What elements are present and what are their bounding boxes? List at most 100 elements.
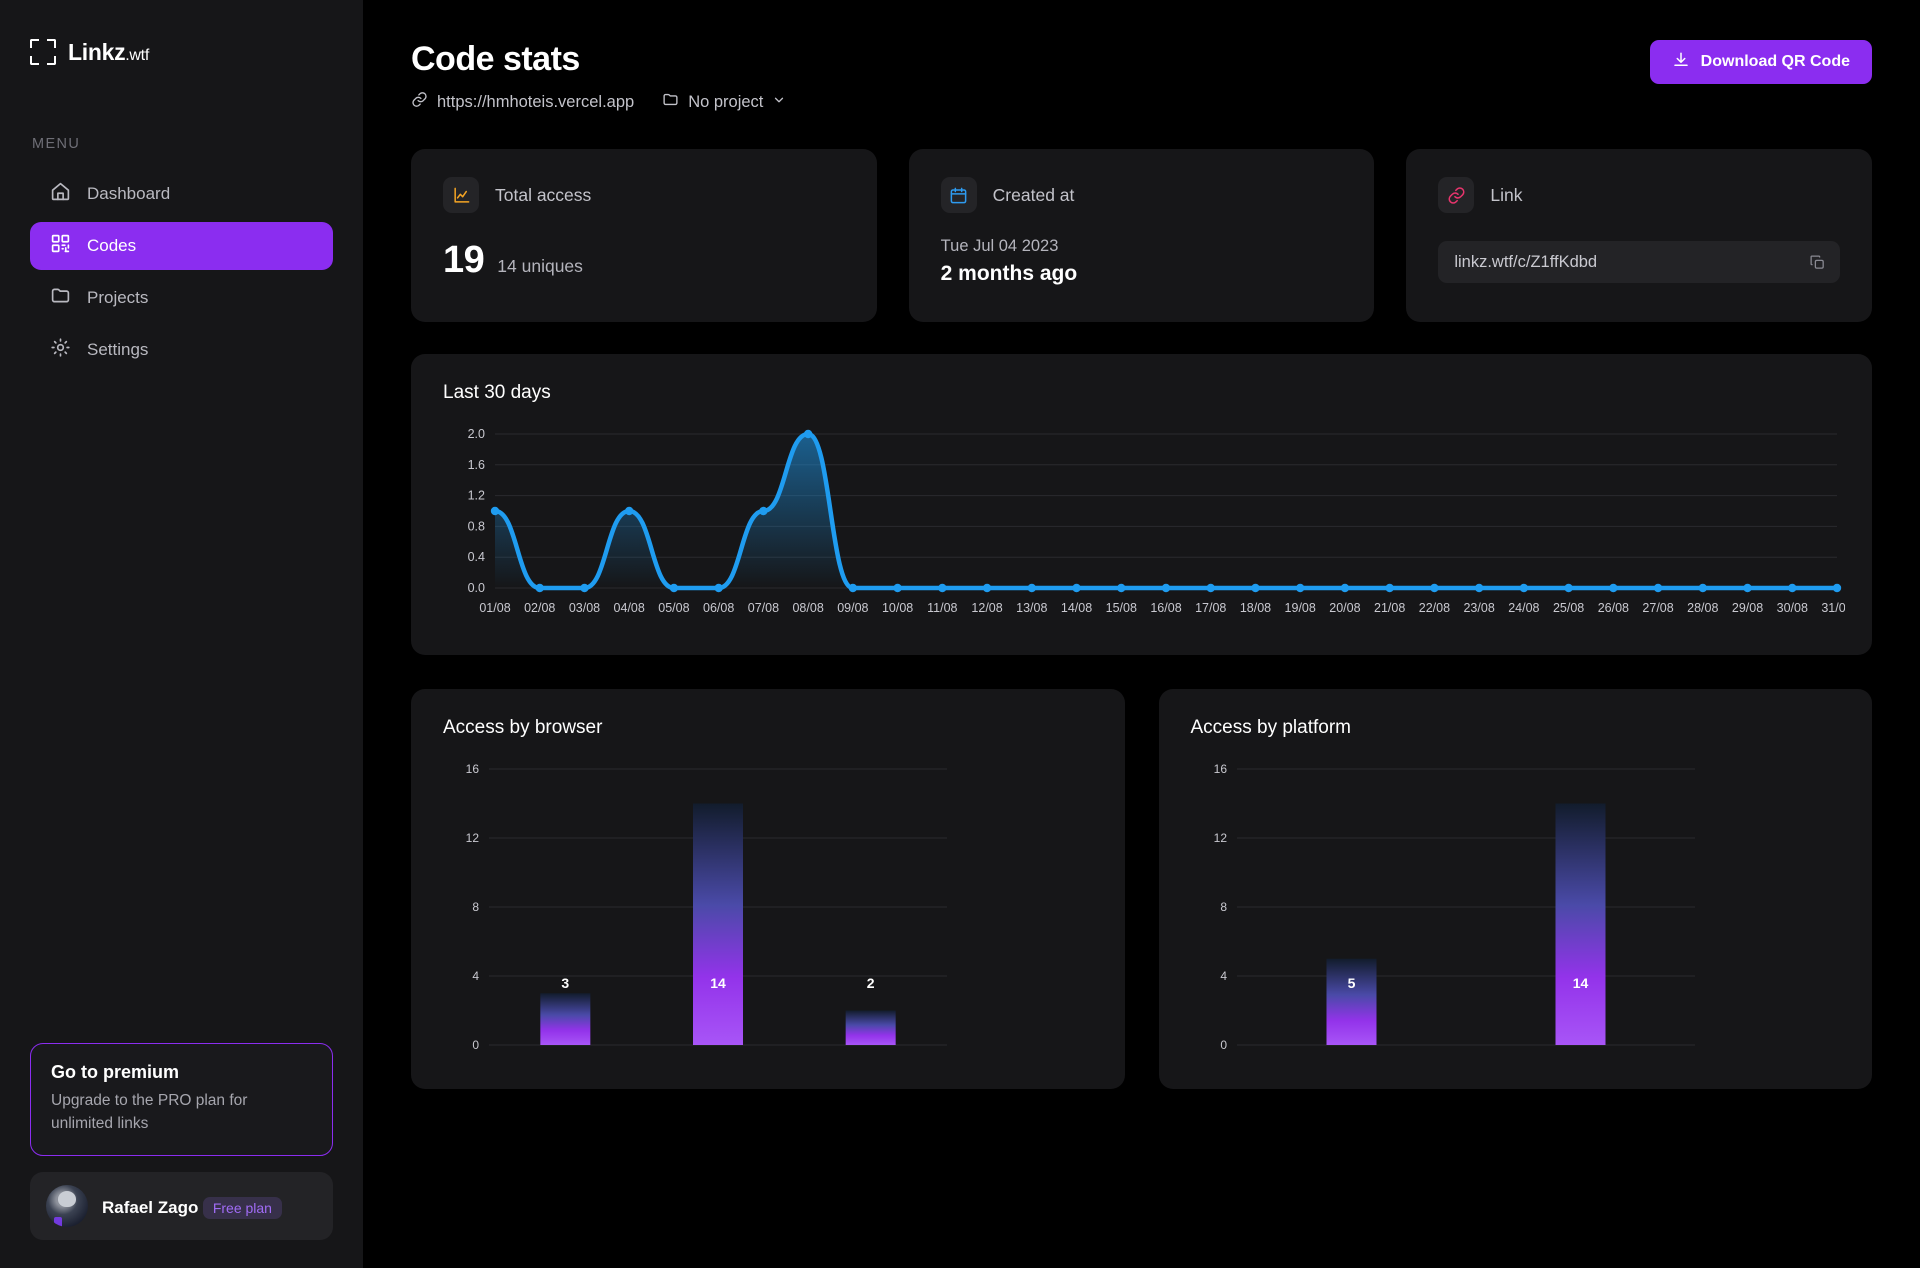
svg-text:30/08: 30/08: [1777, 601, 1808, 615]
created-at-label: Created at: [993, 185, 1075, 206]
bottom-charts-row: Access by browser 0 4 8 12 16 3 14 2 Access by …: [411, 689, 1872, 1089]
folder-icon: [662, 91, 679, 113]
app-root: Linkz.wtf MENU Dashboard: [0, 0, 1920, 1268]
svg-text:06/08: 06/08: [703, 601, 734, 615]
sidebar-item-label: Codes: [87, 236, 136, 256]
qr-code-icon: [50, 233, 71, 259]
svg-text:18/08: 18/08: [1240, 601, 1271, 615]
total-access-label: Total access: [495, 185, 591, 206]
code-url[interactable]: https://hmhoteis.vercel.app: [411, 91, 634, 113]
project-selector[interactable]: No project: [662, 91, 786, 113]
svg-text:16: 16: [466, 762, 480, 776]
svg-text:01/08: 01/08: [479, 601, 510, 615]
sidebar-item-dashboard[interactable]: Dashboard: [30, 170, 333, 218]
short-link-field[interactable]: [1438, 241, 1840, 283]
svg-text:4: 4: [1220, 969, 1227, 983]
svg-text:0: 0: [1220, 1038, 1227, 1049]
link-card: Link: [1406, 149, 1872, 322]
folder-icon: [50, 285, 71, 311]
svg-text:17/08: 17/08: [1195, 601, 1226, 615]
total-access-card: Total access 19 14 uniques: [411, 149, 877, 322]
chain-link-icon: [1438, 177, 1474, 213]
svg-text:28/08: 28/08: [1687, 601, 1718, 615]
sidebar-item-label: Settings: [87, 340, 148, 360]
svg-text:12: 12: [1213, 831, 1227, 845]
user-name: Rafael Zago: [102, 1198, 198, 1217]
svg-text:22/08: 22/08: [1419, 601, 1450, 615]
premium-subtitle: Upgrade to the PRO plan for unlimited li…: [51, 1090, 312, 1135]
copy-icon[interactable]: [1809, 254, 1826, 271]
svg-text:23/08: 23/08: [1463, 601, 1494, 615]
svg-text:16: 16: [1213, 762, 1227, 776]
code-url-text: https://hmhoteis.vercel.app: [437, 93, 634, 112]
go-to-premium-card[interactable]: Go to premium Upgrade to the PRO plan fo…: [30, 1043, 333, 1156]
sidebar-footer: Go to premium Upgrade to the PRO plan fo…: [0, 1043, 363, 1268]
svg-text:14: 14: [1572, 975, 1588, 991]
svg-text:08/08: 08/08: [792, 601, 823, 615]
download-button-label: Download QR Code: [1701, 53, 1850, 71]
svg-text:31/08: 31/08: [1821, 601, 1845, 615]
project-name: No project: [688, 93, 763, 112]
svg-text:26/08: 26/08: [1598, 601, 1629, 615]
user-card[interactable]: Rafael Zago Free plan: [30, 1172, 333, 1240]
breadcrumb: https://hmhoteis.vercel.app No project: [411, 91, 786, 113]
svg-text:0.0: 0.0: [468, 581, 485, 595]
sidebar-item-codes[interactable]: Codes: [30, 222, 333, 270]
svg-text:2: 2: [867, 975, 875, 991]
svg-text:14/08: 14/08: [1061, 601, 1092, 615]
svg-text:13/08: 13/08: [1016, 601, 1047, 615]
menu-section-label: MENU: [0, 136, 363, 152]
gear-icon: [50, 337, 71, 363]
access-by-platform-title: Access by platform: [1191, 717, 1841, 739]
calendar-icon: [941, 177, 977, 213]
download-qr-code-button[interactable]: Download QR Code: [1650, 40, 1872, 84]
line-chart: 0.00.40.81.21.62.001/0802/0803/0804/0805…: [443, 426, 1840, 631]
svg-text:27/08: 27/08: [1642, 601, 1673, 615]
access-by-browser-title: Access by browser: [443, 717, 1093, 739]
last-30-days-panel: Last 30 days 0.00.40.81.21.62.001/0802/0…: [411, 354, 1872, 655]
brand-logo[interactable]: Linkz.wtf: [0, 0, 363, 76]
svg-text:24/08: 24/08: [1508, 601, 1539, 615]
created-at-date: Tue Jul 04 2023: [941, 237, 1343, 256]
svg-text:16/08: 16/08: [1150, 601, 1181, 615]
sidebar-item-settings[interactable]: Settings: [30, 326, 333, 374]
svg-text:11/08: 11/08: [927, 601, 957, 615]
total-access-uniques: 14 uniques: [497, 256, 583, 277]
link-icon: [411, 91, 428, 113]
svg-text:25/08: 25/08: [1553, 601, 1584, 615]
sidebar-nav: Dashboard Codes Projec: [0, 170, 363, 374]
svg-text:21/08: 21/08: [1374, 601, 1405, 615]
svg-text:8: 8: [472, 900, 479, 914]
short-link-input[interactable]: [1454, 253, 1799, 272]
brand-name: Linkz: [68, 39, 125, 65]
download-icon: [1672, 51, 1690, 74]
platform-bar-chart-svg: 0481216514: [1191, 739, 1701, 1049]
svg-text:1.2: 1.2: [468, 489, 485, 503]
last-30-days-title: Last 30 days: [443, 382, 1840, 404]
svg-text:4: 4: [472, 969, 479, 983]
page-header: Code stats https://hmhoteis.vercel.app: [411, 40, 1872, 113]
svg-text:5: 5: [1347, 975, 1355, 991]
created-at-relative: 2 months ago: [941, 262, 1343, 286]
sidebar: Linkz.wtf MENU Dashboard: [0, 0, 363, 1268]
svg-text:04/08: 04/08: [614, 601, 645, 615]
svg-text:1.6: 1.6: [468, 458, 485, 472]
svg-text:20/08: 20/08: [1329, 601, 1360, 615]
svg-text:29/08: 29/08: [1732, 601, 1763, 615]
home-icon: [50, 181, 71, 207]
line-chart-svg: 0.00.40.81.21.62.001/0802/0803/0804/0805…: [443, 426, 1845, 626]
total-access-value: 19: [443, 239, 484, 282]
svg-text:3: 3: [561, 975, 569, 991]
svg-text:0.8: 0.8: [468, 519, 485, 533]
avatar: [46, 1185, 88, 1227]
svg-text:03/08: 03/08: [569, 601, 600, 615]
svg-text:19/08: 19/08: [1285, 601, 1316, 615]
svg-text:2.0: 2.0: [468, 427, 485, 441]
svg-text:0: 0: [472, 1038, 479, 1049]
svg-text:09/08: 09/08: [837, 601, 868, 615]
line-chart-icon: [443, 177, 479, 213]
browser-bar-chart-svg: 04812163142: [443, 739, 953, 1049]
svg-text:12/08: 12/08: [971, 601, 1002, 615]
premium-title: Go to premium: [51, 1062, 312, 1083]
sidebar-item-projects[interactable]: Projects: [30, 274, 333, 322]
